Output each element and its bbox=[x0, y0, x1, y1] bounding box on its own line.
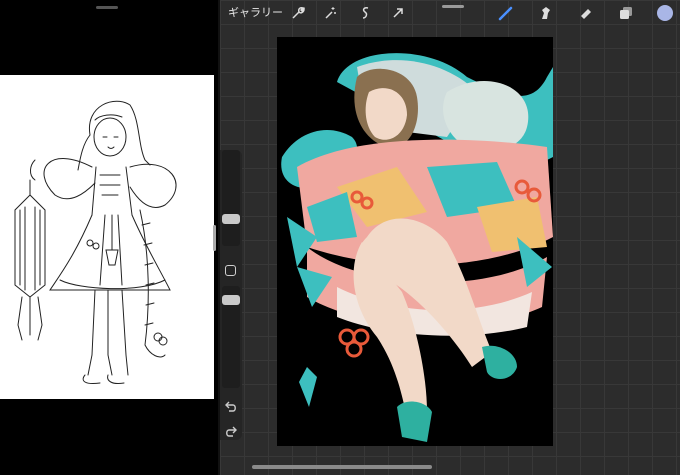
wrench-icon[interactable] bbox=[289, 4, 307, 22]
layers-icon[interactable] bbox=[617, 4, 635, 22]
brush-icon[interactable] bbox=[497, 4, 515, 22]
home-indicator[interactable] bbox=[252, 465, 432, 469]
painting-artwork bbox=[281, 53, 553, 442]
line-art-sketch bbox=[14, 100, 177, 384]
eraser-icon[interactable] bbox=[577, 4, 595, 22]
split-view-handle[interactable] bbox=[96, 6, 118, 9]
redo-icon[interactable] bbox=[224, 423, 240, 437]
transform-arrow-icon[interactable] bbox=[389, 4, 407, 22]
brush-size-thumb[interactable] bbox=[222, 214, 240, 224]
gallery-button[interactable]: ギャラリー bbox=[228, 4, 283, 22]
selection-icon[interactable] bbox=[357, 4, 375, 22]
drawing-canvas[interactable] bbox=[277, 37, 553, 446]
opacity-thumb[interactable] bbox=[222, 295, 240, 305]
magic-wand-icon[interactable] bbox=[321, 4, 339, 22]
undo-icon[interactable] bbox=[224, 398, 240, 412]
smudge-icon[interactable] bbox=[537, 4, 555, 22]
modify-square-icon[interactable] bbox=[225, 265, 236, 276]
sidebar-collapse-tab[interactable] bbox=[213, 225, 216, 251]
reference-sketch bbox=[0, 75, 214, 399]
color-swatch-icon[interactable] bbox=[656, 4, 674, 22]
brush-size-slider[interactable] bbox=[222, 150, 240, 246]
